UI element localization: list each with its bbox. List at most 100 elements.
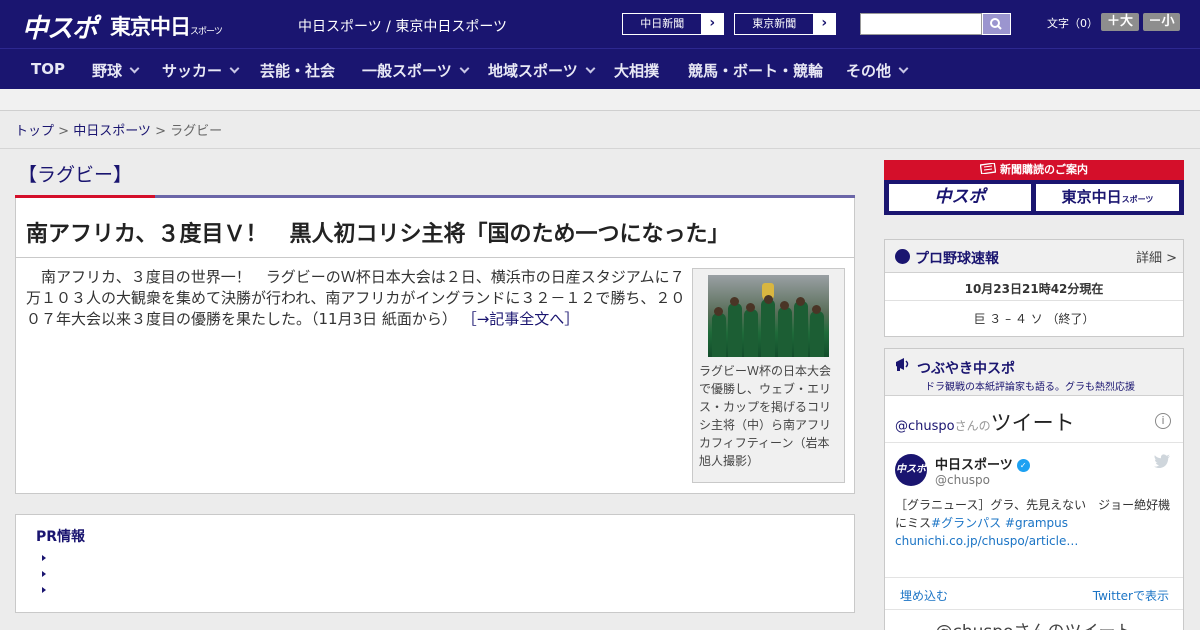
tweet-author-name: 中日スポーツ (935, 458, 1013, 473)
view-on-twitter-link[interactable]: Twitterで表示 (1093, 587, 1169, 604)
pr-title: PR情報 (36, 529, 86, 545)
chuspo-logo[interactable]: 中スポ (22, 8, 98, 45)
tokyo-chunichi-logo-text: 東京中日 (110, 15, 191, 39)
tweet-link[interactable]: chunichi.co.jp/chuspo/article… (895, 534, 1078, 548)
twitter-bird-icon[interactable] (1154, 454, 1171, 468)
player-head-shape (780, 301, 789, 310)
bullet-icon (42, 555, 46, 561)
tokyo-chunichi-subscribe-logo-sub: スポーツ (1121, 195, 1154, 204)
nav-item-entertainment[interactable]: 芸能・社会 (260, 60, 335, 81)
category-title: 【ラグビー】 (18, 164, 133, 186)
article-photo[interactable] (708, 275, 829, 357)
chevron-down-icon (229, 63, 240, 74)
tokyo-chunichi-subscribe-logo[interactable]: 東京中日スポーツ (1035, 183, 1180, 212)
article-photo-box: ラグビーＷ杯の日本大会で優勝し、ウェブ・エリス・カップを掲げるコリシ主将（中）ら… (692, 268, 845, 483)
font-size-increase-button[interactable]: ＋大 (1101, 13, 1139, 31)
player-shape (761, 299, 775, 357)
player-shape (794, 301, 808, 357)
divider (16, 257, 854, 258)
baseball-scores-widget: プロ野球速報 詳細 > 10月23日21時42分現在 巨 ３ – ４ ソ （終了… (884, 239, 1184, 337)
avatar[interactable]: 中スポ (895, 454, 927, 486)
tweet-hashtag[interactable]: #grampus (1001, 516, 1068, 530)
photo-caption: ラグビーＷ杯の日本大会で優勝し、ウェブ・エリス・カップを掲げるコリシ主将（中）ら… (699, 364, 832, 468)
chunichi-shimbun-label: 中日新聞 (640, 17, 685, 30)
player-shape (744, 309, 758, 357)
info-icon[interactable]: i (1155, 413, 1171, 429)
divider (885, 300, 1183, 301)
twitter-handle-san: さんの (954, 419, 991, 433)
twitter-handle[interactable]: @chuspo (895, 419, 955, 434)
nav-item-label: その他 (846, 62, 892, 80)
nav-item-label: 芸能・社会 (260, 62, 336, 80)
nav-item-racing[interactable]: 競馬・ボート・競輪 (688, 60, 823, 81)
sub-bar (0, 89, 1200, 111)
breadcrumb-top-link[interactable]: トップ (15, 124, 54, 139)
article-card: 南アフリカ、３度目Ｖ！ 黒人初コリシ主将「国のため一つになった」 南アフリカ、３… (15, 198, 855, 494)
nav-item-soccer[interactable]: サッカー (162, 60, 240, 81)
divider (0, 148, 1200, 149)
player-head-shape (796, 297, 805, 306)
tokyo-chunichi-subscribe-logo-text: 東京中日 (1061, 188, 1122, 206)
chevron-down-icon (898, 63, 909, 74)
nav-item-local-sports[interactable]: 地域スポーツ (488, 60, 596, 81)
divider (885, 442, 1183, 443)
site-header: 中スポ 東京中日スポーツ 中日スポーツ / 東京中日スポーツ 中日新聞 › 東京… (0, 0, 1200, 48)
chevron-down-icon (459, 63, 470, 74)
baseball-timestamp: 10月23日21時42分現在 (964, 282, 1104, 296)
baseball-widget-title: プロ野球速報 (915, 251, 999, 267)
tweet-hashtag[interactable]: #グランパス (931, 516, 1001, 530)
breadcrumb-separator: > (150, 124, 171, 139)
tokyo-shimbun-label: 東京新聞 (752, 17, 797, 30)
tokyo-shimbun-button[interactable]: 東京新聞 › (734, 13, 836, 35)
main-nav: TOP 野球 サッカー 芸能・社会 一般スポーツ 地域スポーツ 大相撲 競馬・ボ… (0, 48, 1200, 89)
bullet-icon (42, 571, 46, 577)
search-button[interactable] (982, 13, 1011, 35)
subscription-banner-title: 新聞購読のご案内 (1000, 163, 1088, 176)
divider (885, 609, 1183, 610)
breadcrumb-section-link[interactable]: 中日スポーツ (73, 124, 151, 139)
read-more-link[interactable]: ［→記事全文へ］ (462, 310, 580, 328)
subscription-banner[interactable]: 新聞購読のご案内 中スポ 東京中日スポーツ (884, 160, 1184, 215)
embed-link[interactable]: 埋め込む (900, 587, 948, 604)
twitter-bottom-title: @chuspoさんのツイート (885, 617, 1183, 630)
player-shape (712, 313, 726, 357)
twitter-widget-title: つぶやき中スポ (917, 361, 1015, 377)
font-size-decrease-button[interactable]: －小 (1143, 13, 1180, 31)
subscription-banner-header: 新聞購読のご案内 (884, 160, 1184, 180)
chevron-down-icon (129, 63, 140, 74)
baseball-score[interactable]: 巨 ３ – ４ ソ （終了） (885, 310, 1183, 327)
breadcrumb-separator: > (54, 124, 74, 139)
baseball-detail-link[interactable]: 詳細 > (1136, 247, 1177, 266)
tokyo-chunichi-logo-sub: スポーツ (190, 27, 223, 37)
nav-item-top[interactable]: TOP (31, 60, 65, 78)
nav-item-other[interactable]: その他 (846, 60, 909, 81)
nav-item-sumo[interactable]: 大相撲 (614, 60, 659, 81)
tokyo-chunichi-logo[interactable]: 東京中日スポーツ (110, 11, 223, 41)
nav-item-general-sports[interactable]: 一般スポーツ (362, 60, 470, 81)
tweet-username[interactable]: @chuspo (935, 473, 990, 487)
nav-item-baseball[interactable]: 野球 (92, 60, 140, 81)
tweet-text: ［グラニュース］グラ、先見えない ジョー絶好機にミス#グランパス #grampu… (895, 496, 1180, 550)
twitter-widget-subtitle: ドラ観戦の本紙評論家も語る。グラも熱烈応援 (925, 382, 1135, 393)
baseball-widget-header: プロ野球速報 詳細 > (885, 240, 1183, 273)
player-head-shape (812, 305, 821, 314)
chunichi-shimbun-button[interactable]: 中日新聞 › (622, 13, 724, 35)
newspaper-icon (979, 162, 997, 175)
search-input[interactable] (860, 13, 982, 35)
breadcrumb: トップ > 中日スポーツ > ラグビー (15, 120, 222, 139)
verified-badge-icon: ✓ (1016, 459, 1030, 472)
player-head-shape (714, 307, 723, 316)
megaphone-icon (896, 358, 909, 371)
article-headline[interactable]: 南アフリカ、３度目Ｖ！ 黒人初コリシ主将「国のため一つになった」 (26, 216, 730, 248)
player-head-shape (746, 303, 755, 312)
nav-item-label: 野球 (92, 62, 123, 80)
chuspo-subscribe-logo[interactable]: 中スポ (888, 183, 1032, 212)
nav-item-label: 大相撲 (614, 62, 660, 80)
twitter-handle-line: @chuspoさんのツイート (895, 407, 1075, 437)
site-links[interactable]: 中日スポーツ / 東京中日スポーツ (298, 16, 507, 36)
bullet-icon (42, 587, 46, 593)
tweet-author[interactable]: 中日スポーツ ✓ (935, 454, 1030, 473)
font-size-label: 文字（0） (1047, 17, 1098, 30)
nav-item-label: 地域スポーツ (488, 62, 578, 80)
player-head-shape (730, 297, 739, 306)
